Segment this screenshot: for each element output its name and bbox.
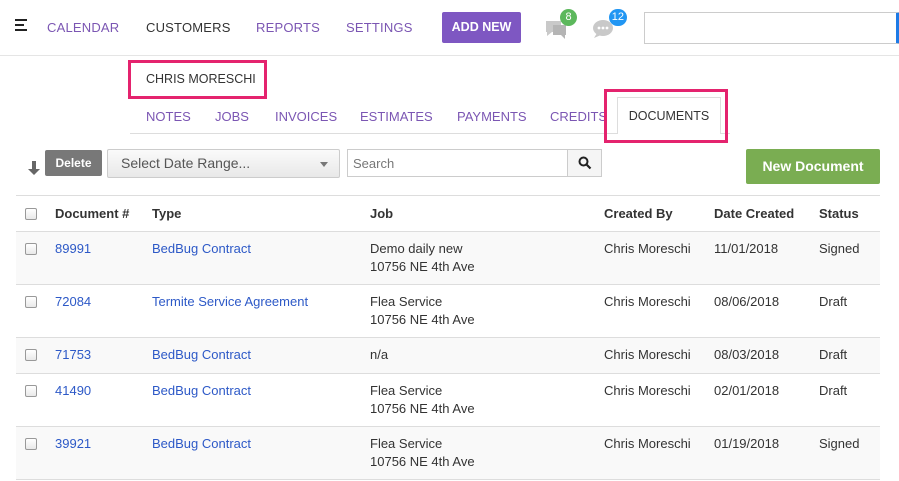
table-row[interactable]: 72084 Termite Service Agreement Flea Ser… [16,285,880,338]
created-by: Chris Moreschi [604,241,691,256]
date-range-select[interactable]: Select Date Range... [107,149,340,178]
date-created: 08/03/2018 [714,347,780,362]
tab-credits[interactable]: CREDITS [550,109,607,124]
document-type-link[interactable]: Termite Service Agreement [152,293,308,311]
document-type-link[interactable]: BedBug Contract [152,346,251,364]
created-by: Chris Moreschi [604,294,691,309]
table-header: Document # Type Job Created By Date Crea… [16,195,880,232]
status: Draft [819,383,848,398]
row-checkbox[interactable] [25,349,37,361]
row-checkbox[interactable] [25,296,37,308]
document-number-link[interactable]: 41490 [55,382,91,400]
tab-payments[interactable]: PAYMENTS [457,109,527,124]
top-navbar: CALENDAR CUSTOMERS REPORTS SETTINGS ADD … [0,0,899,56]
created-by: Chris Moreschi [604,436,691,451]
document-type-link[interactable]: BedBug Contract [152,240,251,258]
chat-button[interactable]: 12 [591,9,627,42]
nav-calendar[interactable]: CALENDAR [47,20,119,35]
created-by: Chris Moreschi [604,383,691,398]
nav-settings[interactable]: SETTINGS [346,20,413,35]
document-type-link[interactable]: BedBug Contract [152,435,251,453]
documents-table: Document # Type Job Created By Date Crea… [16,195,880,480]
job-address: 10756 NE 4th Ave [370,454,475,469]
tab-jobs[interactable]: JOBS [215,109,249,124]
table-row[interactable]: 39921 BedBug Contract Flea Service 10756… [16,427,880,480]
search-icon [578,156,592,170]
date-created: 02/01/2018 [714,383,780,398]
status: Draft [819,347,848,362]
header-created-by[interactable]: Created By [604,206,673,221]
job-name: n/a [370,347,389,362]
job-address: 10756 NE 4th Ave [370,312,475,327]
chat-badge: 12 [608,9,627,26]
job-name: Flea Service [370,436,443,451]
table-row[interactable]: 41490 BedBug Contract Flea Service 10756… [16,374,880,427]
status: Signed [819,241,860,256]
job-address: 10756 NE 4th Ave [370,401,475,416]
add-new-button[interactable]: ADD NEW [442,12,521,43]
search-input[interactable] [347,149,568,177]
tab-estimates[interactable]: ESTIMATES [360,109,433,124]
created-by: Chris Moreschi [604,347,691,362]
nav-reports[interactable]: REPORTS [256,20,320,35]
table-row[interactable]: 71753 BedBug Contract n/a Chris Moreschi… [16,338,880,374]
nav-customers[interactable]: CUSTOMERS [146,20,231,35]
table-row[interactable]: 89991 BedBug Contract Demo daily new 107… [16,232,880,285]
messages-button[interactable]: 8 [543,9,577,42]
document-type-link[interactable]: BedBug Contract [152,382,251,400]
row-checkbox[interactable] [25,385,37,397]
job-name: Flea Service [370,294,443,309]
header-job[interactable]: Job [370,206,393,221]
header-status[interactable]: Status [819,206,859,221]
tab-notes[interactable]: NOTES [146,109,191,124]
select-all-checkbox[interactable] [25,208,37,220]
status: Signed [819,436,860,451]
job-address: 10756 NE 4th Ave [370,259,475,274]
chevron-down-icon [320,162,328,167]
row-checkbox[interactable] [25,438,37,450]
header-date-created[interactable]: Date Created [714,206,794,221]
tab-highlight [604,89,728,143]
sort-down-icon[interactable] [27,160,41,176]
header-document-number[interactable]: Document # [55,206,129,221]
document-number-link[interactable]: 72084 [55,293,91,311]
date-created: 11/01/2018 [714,241,779,256]
job-name: Flea Service [370,383,443,398]
tab-invoices[interactable]: INVOICES [275,109,337,124]
document-number-link[interactable]: 89991 [55,240,91,258]
document-number-link[interactable]: 71753 [55,346,91,364]
status: Draft [819,294,848,309]
date-range-label: Select Date Range... [121,155,251,171]
job-name: Demo daily new [370,241,463,256]
global-search-input[interactable] [644,12,899,44]
new-document-button[interactable]: New Document [746,149,880,184]
customer-name: CHRIS MORESCHI [128,60,267,99]
date-created: 01/19/2018 [714,436,780,451]
menu-icon[interactable] [15,19,27,31]
document-number-link[interactable]: 39921 [55,435,91,453]
search-button[interactable] [567,149,602,177]
header-type[interactable]: Type [152,206,181,221]
messages-badge: 8 [560,9,577,26]
row-checkbox[interactable] [25,243,37,255]
delete-button[interactable]: Delete [45,150,102,176]
date-created: 08/06/2018 [714,294,780,309]
